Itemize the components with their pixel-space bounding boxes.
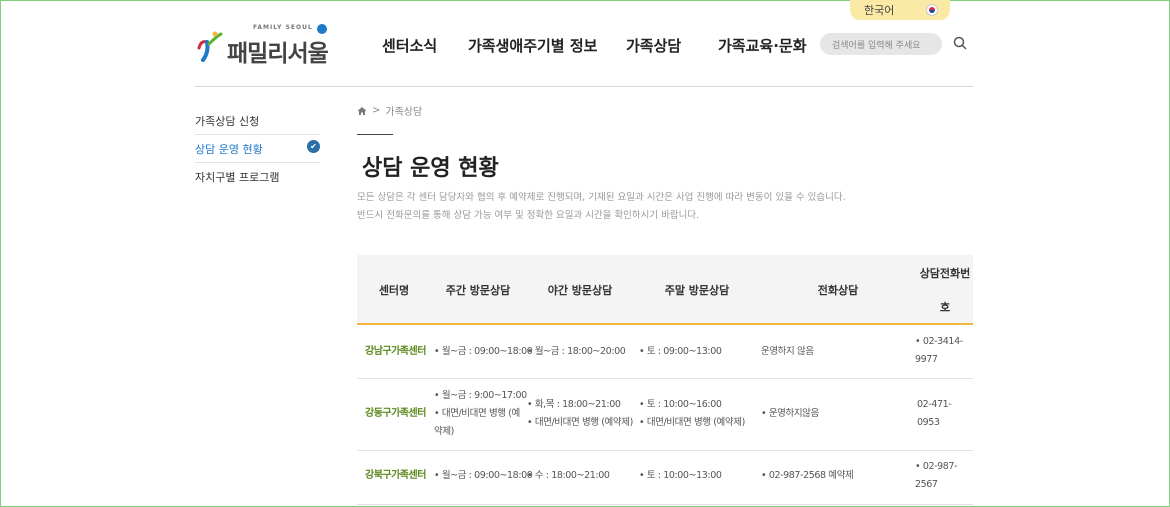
side-menu-item-apply[interactable]: 가족상담 신청 bbox=[195, 106, 320, 134]
side-menu-item-status[interactable]: 상담 운영 현황 ✔ bbox=[195, 134, 320, 162]
tel-number-wrap: 9977 bbox=[915, 354, 938, 365]
weekend-hours: • 토 : 10:00~16:00 bbox=[639, 399, 722, 410]
table-header: 센터명 주간 방문상담 야간 방문상담 주말 방문상담 전화상담 상담전화번 호 bbox=[357, 255, 973, 325]
tel-number-wrap: 2567 bbox=[915, 479, 938, 490]
phone-counsel: • 02-987-2568 예약제 bbox=[761, 470, 854, 481]
header-divider bbox=[195, 86, 973, 87]
day-hours: • 월~금 : 09:00~18:00 bbox=[434, 346, 533, 357]
day-hours-note: • 대면/비대면 병행 (예 bbox=[434, 408, 520, 419]
night-hours: • 월~금 : 18:00~20:00 bbox=[527, 346, 626, 357]
header-phone-counsel: 전화상담 bbox=[817, 284, 859, 297]
language-selector[interactable]: 한국어 bbox=[850, 0, 950, 20]
search-input[interactable]: 검색어를 입력해 주세요 bbox=[820, 33, 942, 55]
row-divider bbox=[357, 504, 973, 505]
header-night: 야간 방문상담 bbox=[547, 284, 613, 297]
tel-number: • 02-987- bbox=[915, 461, 958, 472]
header-weekend: 주말 방문상담 bbox=[664, 284, 730, 297]
header-tel: 상담전화번 bbox=[919, 267, 971, 280]
weekend-hours: • 토 : 10:00~13:00 bbox=[639, 470, 722, 481]
center-name[interactable]: 강남구가족센터 bbox=[365, 343, 426, 361]
home-icon[interactable] bbox=[357, 106, 367, 116]
tel-number: • 02-3414- bbox=[915, 336, 963, 347]
header-tel-wrap: 호 bbox=[939, 301, 951, 314]
day-hours-note-wrap: 약제) bbox=[434, 426, 454, 437]
weekend-hours: • 토 : 09:00~13:00 bbox=[639, 346, 722, 357]
center-name[interactable]: 강북구가족센터 bbox=[365, 467, 426, 485]
tel-number-wrap: 0953 bbox=[917, 417, 940, 428]
phone-counsel: • 운영하지않음 bbox=[761, 408, 819, 419]
side-menu-item-label: 상담 운영 현황 bbox=[195, 143, 263, 156]
search-icon[interactable] bbox=[953, 36, 967, 50]
language-label: 한국어 bbox=[864, 4, 895, 17]
logo-dot bbox=[317, 24, 327, 34]
side-menu-item-label: 가족상담 신청 bbox=[195, 115, 260, 128]
phone-counsel: 운영하지 않음 bbox=[761, 346, 814, 357]
breadcrumb-separator: > bbox=[372, 105, 381, 116]
side-menu-item-label: 자치구별 프로그램 bbox=[195, 171, 280, 184]
nav-family-counseling[interactable]: 가족상담 bbox=[626, 35, 681, 56]
title-accent-line bbox=[357, 134, 393, 135]
breadcrumb-current[interactable]: 가족상담 bbox=[385, 103, 422, 118]
side-menu-item-district-programs[interactable]: 자치구별 프로그램 bbox=[195, 162, 320, 190]
logo-text: 패밀리서울 bbox=[227, 41, 329, 67]
nav-education-culture[interactable]: 가족교육·문화 bbox=[718, 35, 807, 56]
row-divider bbox=[357, 450, 973, 451]
family-figure-icon bbox=[197, 31, 223, 62]
page-description-note: 반드시 전화문의를 통해 상담 가능 여부 및 정확한 요일과 시간을 확인하시… bbox=[357, 210, 700, 221]
center-name[interactable]: 강동구가족센터 bbox=[365, 405, 426, 423]
page-title: 상담 운영 현황 bbox=[362, 156, 499, 181]
night-hours-note: • 대면/비대면 병행 (예약제) bbox=[527, 417, 633, 428]
day-hours: • 월~금 : 9:00~17:00 bbox=[434, 390, 527, 401]
site-logo[interactable]: FAMILY SEOUL 패밀리서울 bbox=[195, 24, 335, 67]
nav-center-news[interactable]: 센터소식 bbox=[382, 35, 437, 56]
night-hours: • 수 : 18:00~21:00 bbox=[527, 470, 610, 481]
weekend-hours-note: • 대면/비대면 병행 (예약제) bbox=[639, 417, 745, 428]
breadcrumb: > 가족상담 bbox=[357, 103, 422, 118]
page-description: 모든 상담은 각 센터 담당자와 협의 후 예약제로 진행되며, 기재된 요일과… bbox=[357, 192, 846, 203]
korea-flag-icon bbox=[926, 4, 938, 16]
night-hours: • 화,목 : 18:00~21:00 bbox=[527, 399, 621, 410]
header-day: 주간 방문상담 bbox=[445, 284, 511, 297]
row-divider bbox=[357, 378, 973, 379]
day-hours: • 월~금 : 09:00~18:00 bbox=[434, 470, 533, 481]
nav-lifecycle-info[interactable]: 가족생애주기별 정보 bbox=[468, 35, 597, 56]
tel-number: 02-471- bbox=[917, 399, 952, 410]
header-center: 센터명 bbox=[378, 284, 410, 297]
logo-subtext: FAMILY SEOUL bbox=[253, 24, 313, 31]
check-icon: ✔ bbox=[307, 140, 320, 153]
